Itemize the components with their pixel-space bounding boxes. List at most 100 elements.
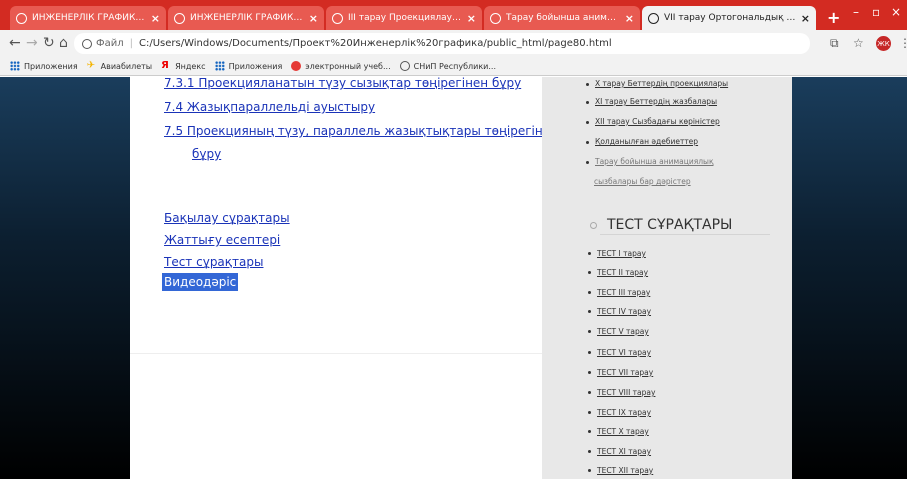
test-link-label: ТЕСТ I тарау <box>597 249 646 258</box>
control-questions-link[interactable]: Бақылау сұрақтары <box>164 211 290 225</box>
bullet-icon <box>588 310 591 313</box>
tab-1[interactable]: ИНЖЕНЕРЛІК ГРАФИКА - ИНЖ × <box>10 6 166 30</box>
video-lecture-link[interactable]: Видеодәріс <box>162 273 239 291</box>
test-questions-link[interactable]: Тест сұрақтары <box>164 255 263 269</box>
test-link-12[interactable]: ТЕСТ XII тарау <box>588 466 653 475</box>
avatar[interactable]: ЖК <box>876 36 891 51</box>
plane-icon: ✈ <box>86 60 96 71</box>
heading-rule <box>600 234 770 235</box>
test-link-5[interactable]: ТЕСТ V тарау <box>588 327 649 336</box>
globe-icon <box>332 12 343 24</box>
test-link-11[interactable]: ТЕСТ XI тарау <box>588 447 651 456</box>
bookmark-avia[interactable]: ✈ Авиабилеты <box>87 61 152 71</box>
bookmark-yandex[interactable]: Я Яндекс <box>161 61 205 71</box>
globe-icon <box>399 61 410 71</box>
test-link-9[interactable]: ТЕСТ IX тарау <box>588 408 651 417</box>
reload-icon[interactable]: ↻ <box>43 35 55 51</box>
tab-5-active[interactable]: VII тарау Ортогональдық прое × <box>642 6 816 30</box>
close-icon[interactable]: × <box>801 12 810 25</box>
back-arrow-icon[interactable]: ← <box>9 35 21 51</box>
maximize-icon[interactable]: ▫ <box>872 5 880 19</box>
close-icon[interactable]: × <box>151 12 160 25</box>
content-divider <box>130 353 542 354</box>
test-link-4[interactable]: ТЕСТ IV тарау <box>588 307 651 316</box>
sidebar-link-ch10[interactable]: X тарау Беттердің проекциялары <box>586 79 728 88</box>
main-content: 7.3.1 Проекцияланатын түзу сызықтар төңі… <box>130 77 558 479</box>
toc-link-7-5[interactable]: 7.5 Проекцияның түзу, параллель жазықтық… <box>164 124 558 138</box>
sidebar-link-animations[interactable]: Тарау бойынша анимациялық <box>586 157 713 166</box>
bullet-icon <box>586 160 589 164</box>
bullet-icon <box>586 100 589 104</box>
star-icon[interactable]: ☆ <box>853 36 864 50</box>
globe-icon <box>490 12 501 24</box>
toc-link-7-3-1[interactable]: 7.3.1 Проекцияланатын түзу сызықтар төңі… <box>164 77 521 90</box>
bookmark-label: Яндекс <box>175 61 206 71</box>
globe-icon <box>648 12 659 24</box>
sidebar-link-ch12[interactable]: XII тарау Сызбадағы көріністер <box>586 117 720 126</box>
sidebar-link-literature[interactable]: Қолданылған әдебиеттер <box>586 137 698 146</box>
window-close-icon[interactable]: × <box>891 5 901 19</box>
new-tab-button[interactable]: + <box>827 8 840 27</box>
bookmark-label: СНиП Республики... <box>413 61 496 71</box>
tab-4[interactable]: Тарау бойынша анимациялы × <box>484 6 640 30</box>
address-bar-row: ← → ↻ ⌂ Файл | C:/Users/Windows/Document… <box>0 30 907 57</box>
tab-2[interactable]: ИНЖЕНЕРЛІК ГРАФИКА - ИНЖ × <box>168 6 324 30</box>
bullet-icon <box>588 450 591 453</box>
bookmarks-bar: Приложения ✈ Авиабилеты Я Яндекс Приложе… <box>0 57 907 76</box>
test-link-label: ТЕСТ II тарау <box>597 268 649 277</box>
test-link-2[interactable]: ТЕСТ II тарау <box>588 268 648 277</box>
close-icon[interactable]: × <box>309 12 318 25</box>
sidebar-link-ch11[interactable]: XI тарау Беттердің жазбалары <box>586 97 717 106</box>
info-icon[interactable] <box>82 38 92 49</box>
toc-link-7-4[interactable]: 7.4 Жазықпараллельді ауыстыру <box>164 100 375 114</box>
minimize-icon[interactable]: – <box>853 5 859 19</box>
test-link-8[interactable]: ТЕСТ VIII тарау <box>588 388 655 397</box>
globe-icon <box>16 12 27 24</box>
sidebar-link-label: XII тарау Сызбадағы көріністер <box>595 117 720 126</box>
toc-link-7-5-cont[interactable]: бұру <box>192 147 221 161</box>
test-link-label: ТЕСТ IX тарау <box>597 408 652 417</box>
bullet-icon <box>586 140 589 144</box>
sidebar-link-label: Тарау бойынша анимациялық <box>595 157 714 166</box>
bookmark-snip[interactable]: СНиП Республики... <box>399 61 496 71</box>
bullet-icon <box>588 252 591 255</box>
close-icon[interactable]: × <box>625 12 634 25</box>
bullet-icon <box>586 82 589 86</box>
tab-title: ИНЖЕНЕРЛІК ГРАФИКА - ИНЖ <box>190 13 305 23</box>
url-scheme: Файл <box>96 38 124 49</box>
test-section-heading: ТЕСТ СҰРАҚТАРЫ <box>590 217 732 233</box>
test-link-3[interactable]: ТЕСТ III тарау <box>588 288 650 297</box>
bullet-icon <box>588 291 591 294</box>
translate-icon[interactable]: ⧉ <box>830 36 839 51</box>
apps-grid-icon <box>10 61 20 71</box>
bullet-icon <box>588 351 591 354</box>
home-icon[interactable]: ⌂ <box>59 35 68 51</box>
bookmark-label: электронный учеб... <box>305 61 391 71</box>
test-link-label: ТЕСТ VI тарау <box>597 348 652 357</box>
test-link-6[interactable]: ТЕСТ VI тарау <box>588 348 651 357</box>
page-viewport[interactable]: 7.3.1 Проекцияланатын түзу сызықтар төңі… <box>0 77 907 479</box>
exercises-link[interactable]: Жаттығу есептері <box>164 233 280 247</box>
test-link-10[interactable]: ТЕСТ X тарау <box>588 427 649 436</box>
bookmark-apps[interactable]: Приложения <box>10 61 78 71</box>
test-link-label: ТЕСТ IV тарау <box>597 307 652 316</box>
url-input[interactable]: Файл | C:/Users/Windows/Documents/Проект… <box>74 33 810 54</box>
sidebar-link-animations-cont[interactable]: сызбалары бар дәрістер <box>594 177 691 186</box>
test-link-1[interactable]: ТЕСТ I тарау <box>588 249 646 258</box>
red-dot-icon <box>291 61 302 71</box>
close-icon[interactable]: × <box>467 12 476 25</box>
bookmark-apps-2[interactable]: Приложения <box>214 61 282 71</box>
sidebar: X тарау Беттердің проекциялары XI тарау … <box>542 77 792 479</box>
test-link-label: ТЕСТ III тарау <box>597 288 651 297</box>
forward-arrow-icon[interactable]: → <box>26 35 38 51</box>
test-link-label: ТЕСТ V тарау <box>597 327 649 336</box>
sidebar-link-label: X тарау Беттердің проекциялары <box>595 79 729 88</box>
bullet-icon <box>586 120 589 124</box>
menu-dots-icon[interactable]: ⋮ <box>899 36 907 50</box>
test-link-label: ТЕСТ VIII тарау <box>597 388 656 397</box>
tab-3[interactable]: III тарау Проекциялау әдістер × <box>326 6 482 30</box>
bookmark-textbook[interactable]: электронный учеб... <box>291 61 391 71</box>
test-link-7[interactable]: ТЕСТ VII тарау <box>588 368 653 377</box>
bullet-icon <box>588 330 591 333</box>
url-text: C:/Users/Windows/Documents/Проект%20Инже… <box>139 38 612 49</box>
